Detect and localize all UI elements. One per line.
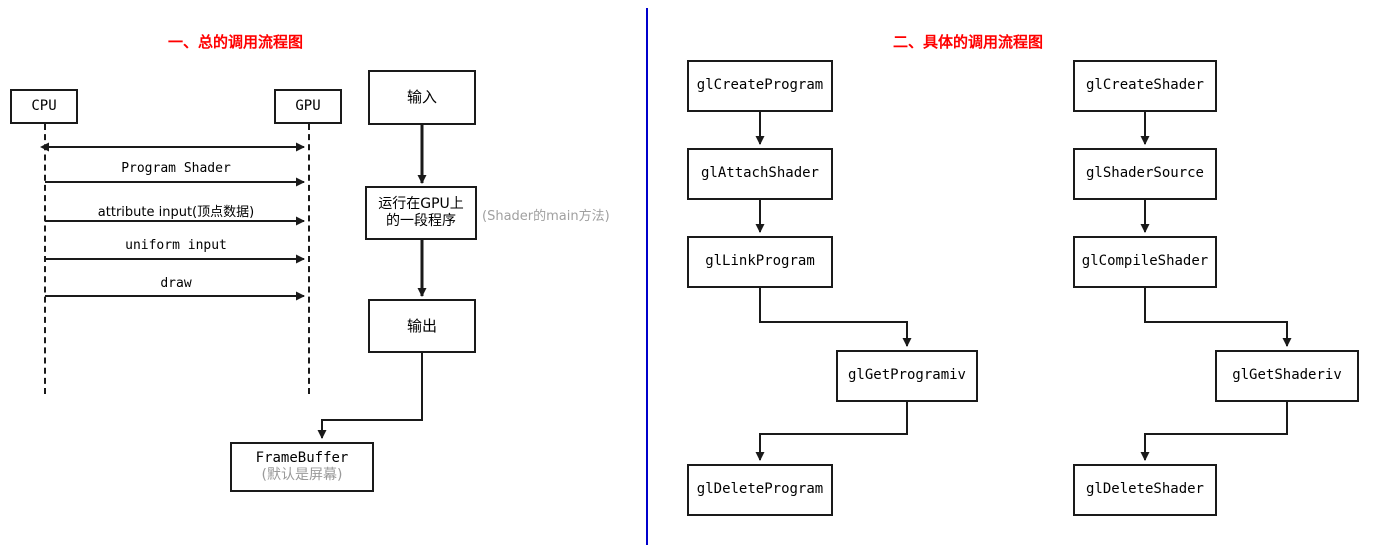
node-gl-delete-shader: glDeleteShader (1073, 464, 1217, 516)
arrow-get-programiv-to-delete-program (755, 402, 908, 461)
flow-box-output-label: 输出 (406, 316, 437, 335)
shader-main-annotation: (Shader的main方法) (482, 209, 610, 224)
node-gl-get-programiv: glGetProgramiv (836, 350, 978, 402)
arrow-compile-shader-to-get-shaderiv (1144, 288, 1292, 347)
node-gl-shader-source: glShaderSource (1073, 148, 1217, 200)
node-gl-link-program-label: glLinkProgram (705, 253, 815, 270)
flow-box-gpu-program-line2: 的一段程序 (386, 213, 456, 229)
right-panel-title: 二、具体的调用流程图 (893, 33, 1044, 51)
node-gl-get-shaderiv-label: glGetShaderiv (1232, 367, 1342, 384)
node-gl-get-shaderiv: glGetShaderiv (1215, 350, 1359, 402)
flow-box-gpu-program-line1: 运行在GPU上 (378, 195, 464, 212)
node-gl-delete-program: glDeleteProgram (687, 464, 833, 516)
flow-box-framebuffer-line1: FrameBuffer (255, 449, 349, 466)
message-label-2: attribute input(顶点数据) (97, 205, 255, 220)
node-gl-get-programiv-label: glGetProgramiv (847, 367, 966, 384)
arrow-get-shaderiv-to-delete-shader (1140, 402, 1288, 461)
actor-box-gpu: GPU (274, 89, 342, 124)
actor-box-cpu: CPU (10, 89, 78, 124)
lifeline-gpu (308, 124, 310, 394)
left-panel-title: 一、总的调用流程图 (168, 33, 304, 51)
flow-box-framebuffer: FrameBuffer (默认是屏幕) (230, 442, 374, 492)
node-gl-create-program: glCreateProgram (687, 60, 833, 112)
message-label-4: draw (160, 276, 192, 291)
arrow-output-to-framebuffer (317, 353, 423, 439)
flow-box-framebuffer-line2: (默认是屏幕) (261, 467, 343, 483)
node-gl-create-program-label: glCreateProgram (696, 77, 824, 94)
message-label-1: Program Shader (121, 161, 231, 176)
node-gl-create-shader-label: glCreateShader (1085, 77, 1204, 94)
node-gl-attach-shader-label: glAttachShader (700, 165, 819, 182)
flow-box-input-label: 输入 (406, 88, 437, 107)
node-gl-delete-shader-label: glDeleteShader (1085, 481, 1204, 498)
node-gl-compile-shader-label: glCompileShader (1081, 253, 1209, 270)
flow-box-input: 输入 (368, 70, 476, 125)
node-gl-compile-shader: glCompileShader (1073, 236, 1217, 288)
node-gl-attach-shader: glAttachShader (687, 148, 833, 200)
node-gl-link-program: glLinkProgram (687, 236, 833, 288)
panel-divider (646, 8, 648, 545)
node-gl-delete-program-label: glDeleteProgram (696, 481, 824, 498)
node-gl-shader-source-label: glShaderSource (1085, 165, 1204, 182)
node-gl-create-shader: glCreateShader (1073, 60, 1217, 112)
arrow-link-program-to-get-programiv (759, 288, 912, 347)
flow-box-output: 输出 (368, 299, 476, 353)
actor-label-cpu: CPU (31, 97, 57, 114)
diagram-canvas: 一、总的调用流程图 二、具体的调用流程图 CPU GPU Program Sha… (0, 0, 1373, 553)
message-label-3: uniform input (125, 238, 227, 253)
actor-label-gpu: GPU (295, 97, 321, 114)
flow-box-gpu-program: 运行在GPU上 的一段程序 (365, 186, 477, 240)
